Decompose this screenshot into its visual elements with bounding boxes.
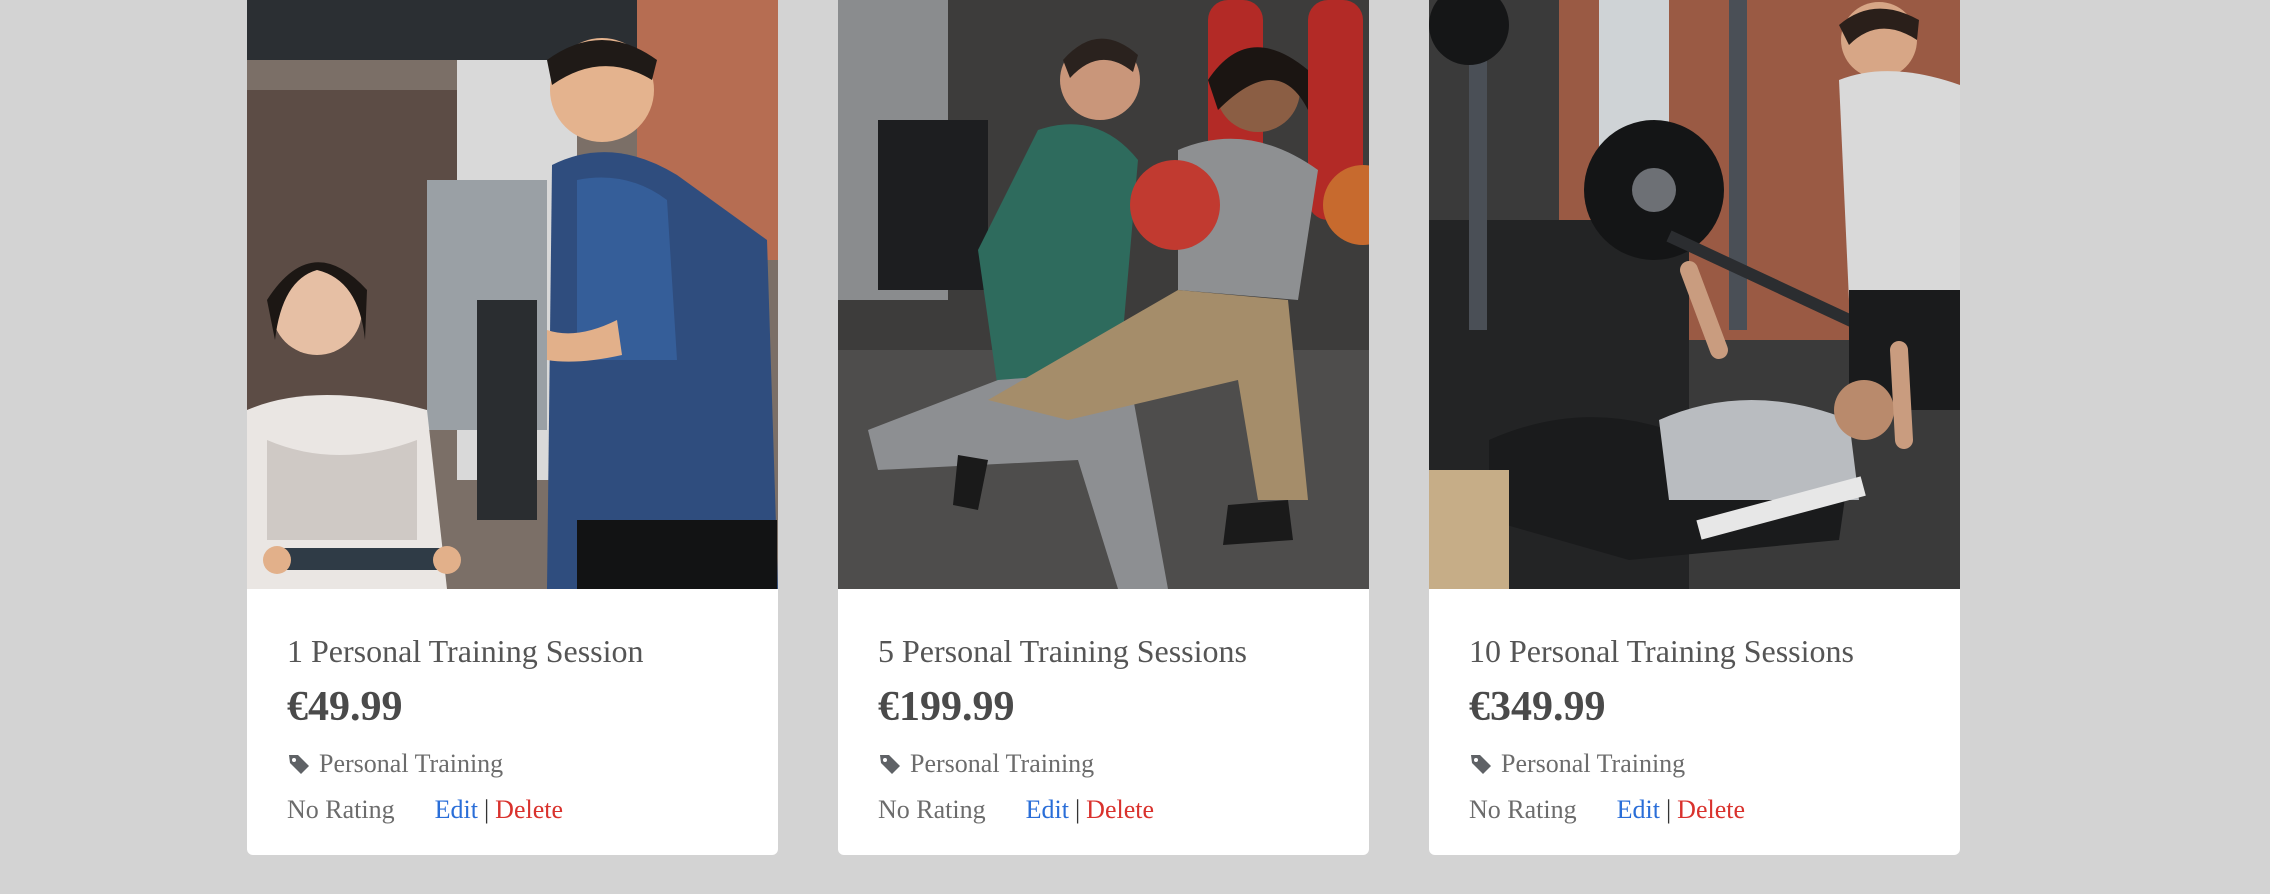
product-title: 5 Personal Training Sessions [878,633,1247,669]
link-separator: | [1074,795,1081,824]
product-rating: No Rating [878,795,986,824]
product-category-label: Personal Training [319,749,504,778]
product-category-label: Personal Training [910,749,1095,778]
product-image-link[interactable] [247,0,778,589]
link-separator: | [483,795,490,824]
edit-link[interactable]: Edit [1617,793,1660,827]
product-details: 1 Personal Training Session €49.99 Perso… [247,589,778,827]
link-separator: | [1665,795,1672,824]
product-card: 5 Personal Training Sessions €199.99 Per… [838,0,1369,855]
product-meta: No Rating Edit | Delete [878,793,1329,827]
product-rating: No Rating [1469,795,1577,824]
product-category[interactable]: Personal Training [1469,747,1920,781]
product-details: 10 Personal Training Sessions €349.99 Pe… [1429,589,1960,827]
tag-icon [1471,755,1491,774]
delete-link[interactable]: Delete [1677,793,1745,827]
product-card: 1 Personal Training Session €49.99 Perso… [247,0,778,855]
product-meta: No Rating Edit | Delete [287,793,738,827]
edit-link[interactable]: Edit [435,793,478,827]
product-title: 10 Personal Training Sessions [1469,633,1854,669]
tag-icon [289,755,309,774]
product-price: €49.99 [287,684,403,730]
product-card: 10 Personal Training Sessions €349.99 Pe… [1429,0,1960,855]
product-title: 1 Personal Training Session [287,633,644,669]
product-image-link[interactable] [838,0,1369,589]
product-price: €199.99 [878,684,1015,730]
product-image-link[interactable] [1429,0,1960,589]
product-details: 5 Personal Training Sessions €199.99 Per… [838,589,1369,827]
delete-link[interactable]: Delete [495,793,563,827]
product-category-label: Personal Training [1501,749,1686,778]
delete-link[interactable]: Delete [1086,793,1154,827]
product-category[interactable]: Personal Training [287,747,738,781]
product-meta: No Rating Edit | Delete [1469,793,1920,827]
edit-link[interactable]: Edit [1026,793,1069,827]
product-category[interactable]: Personal Training [878,747,1329,781]
tag-icon [880,755,900,774]
product-price: €349.99 [1469,684,1606,730]
product-rating: No Rating [287,795,395,824]
product-grid: 1 Personal Training Session €49.99 Perso… [0,0,2270,894]
product-photo [247,0,778,589]
product-photo [1429,0,1960,589]
product-photo [838,0,1369,589]
